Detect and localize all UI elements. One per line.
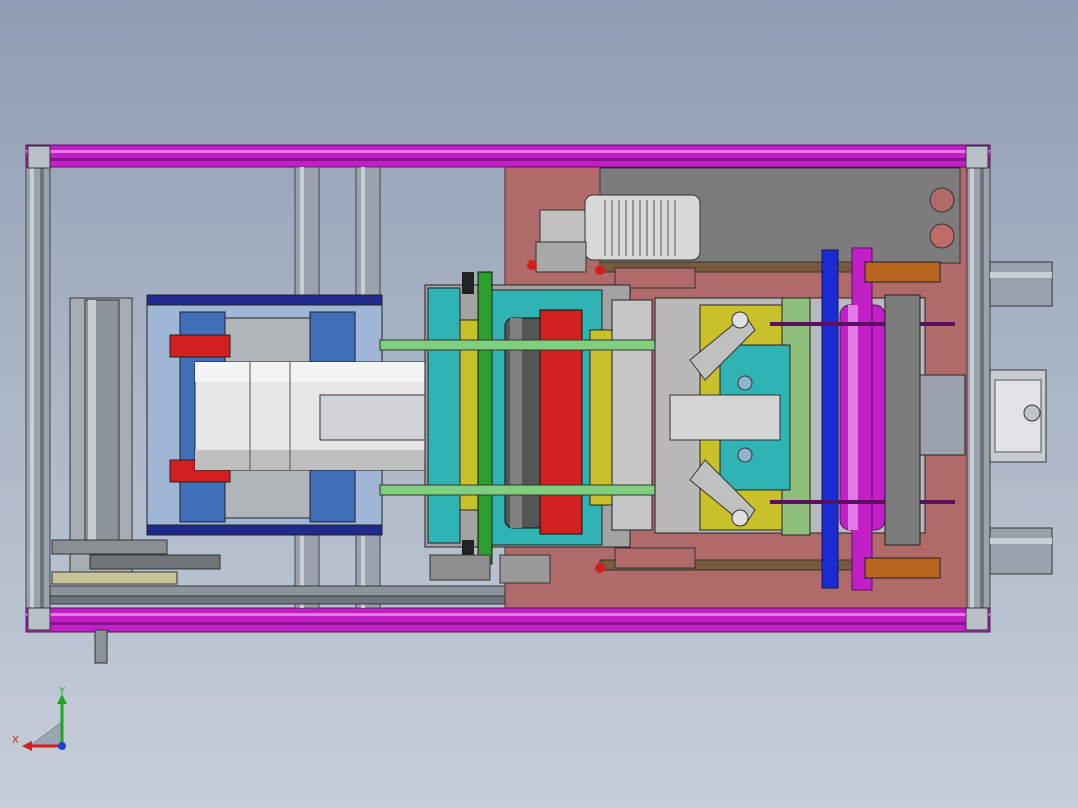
- y-axis-label: Y: [58, 686, 66, 697]
- mold-station: [379, 271, 691, 565]
- x-axis-label: X: [12, 735, 19, 746]
- teal-plate: [427, 287, 461, 544]
- green-plate: [477, 271, 493, 565]
- corner-bracket: [27, 145, 51, 169]
- frame-bottom-rail: [25, 607, 991, 633]
- view-cube-icon: [28, 721, 63, 747]
- frame-left-profile: [25, 144, 51, 633]
- frame-top-rail: [25, 144, 991, 168]
- blue-shaft: [821, 249, 839, 589]
- frame-right-profile: [965, 144, 991, 633]
- coordinate-triad: Y X: [12, 686, 67, 751]
- extension-rail: [989, 261, 1053, 307]
- red-clamp: [169, 334, 231, 358]
- z-axis-icon: [58, 742, 66, 750]
- mount-hole: [929, 187, 955, 213]
- cad-viewport[interactable]: [0, 0, 1078, 808]
